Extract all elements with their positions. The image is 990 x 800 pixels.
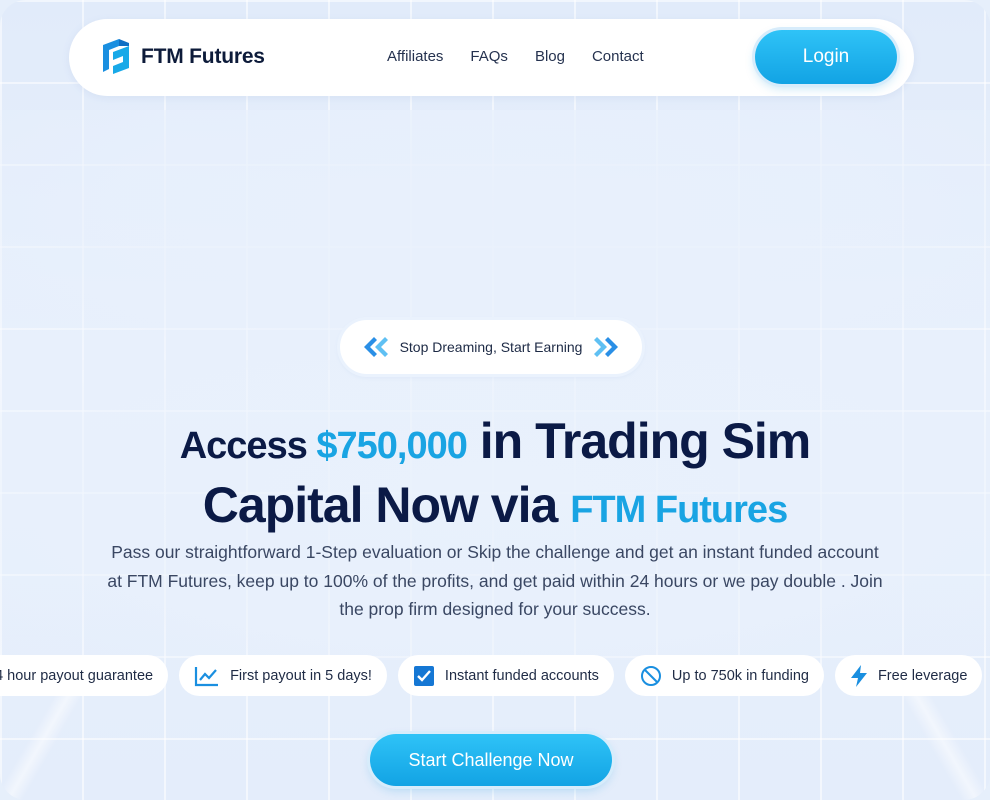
feature-badges: 24 hour payout guarantee First payout in… (0, 655, 990, 696)
nav-link-blog[interactable]: Blog (535, 48, 565, 65)
brand-name: FTM Futures (141, 45, 265, 68)
badge-label: Up to 750k in funding (671, 667, 809, 684)
nav-link-faqs[interactable]: FAQs (470, 48, 508, 65)
nav-links: Affiliates FAQs Blog Contact (387, 48, 671, 65)
badge-funding: Up to 750k in funding (624, 655, 824, 696)
tagline-text: Stop Dreaming, Start Earning (399, 339, 583, 355)
chart-up-icon (194, 666, 219, 686)
start-challenge-button[interactable]: Start Challenge Now (370, 734, 612, 786)
nav-link-affiliates[interactable]: Affiliates (387, 48, 443, 65)
badge-instant-funded: Instant funded accounts (397, 655, 614, 696)
hero-headline: Access $750,000 in Trading Sim Capital N… (0, 412, 990, 540)
tagline-pill: Stop Dreaming, Start Earning (340, 320, 642, 374)
decorative-ray-left (0, 690, 80, 800)
headline-brand: FTM Futures (570, 489, 788, 531)
double-chevron-right-icon (594, 337, 619, 357)
headline-access: Access (179, 425, 317, 467)
brand-logo[interactable]: FTM Futures (99, 39, 265, 75)
ftm-logo-icon (103, 39, 129, 74)
badge-label: 24 hour payout guarantee (0, 667, 154, 684)
checkbox-icon (413, 665, 434, 686)
badge-label: First payout in 5 days! (230, 667, 372, 684)
badge-label: Instant funded accounts (444, 667, 599, 684)
badge-leverage: Free leverage (834, 655, 983, 696)
top-navbar: FTM Futures Affiliates FAQs Blog Contact… (69, 19, 914, 96)
nav-link-contact[interactable]: Contact (592, 48, 644, 65)
double-chevron-left-icon (363, 337, 388, 357)
headline-trading-sim: in Trading Sim (466, 413, 811, 469)
badge-label: Free leverage (877, 667, 968, 684)
lightning-icon (850, 664, 867, 687)
login-button[interactable]: Login (755, 30, 897, 84)
no-limit-icon (640, 665, 661, 686)
hero-description: Pass our straightforward 1-Step evaluati… (107, 542, 883, 619)
headline-amount: $750,000 (316, 425, 467, 467)
headline-capital: Capital Now via (202, 477, 571, 533)
page-background: FTM Futures Affiliates FAQs Blog Contact… (0, 0, 990, 800)
badge-first-payout: First payout in 5 days! (179, 655, 387, 696)
decorative-ray-right (900, 690, 990, 800)
badge-payout-guarantee: 24 hour payout guarantee (0, 655, 169, 696)
